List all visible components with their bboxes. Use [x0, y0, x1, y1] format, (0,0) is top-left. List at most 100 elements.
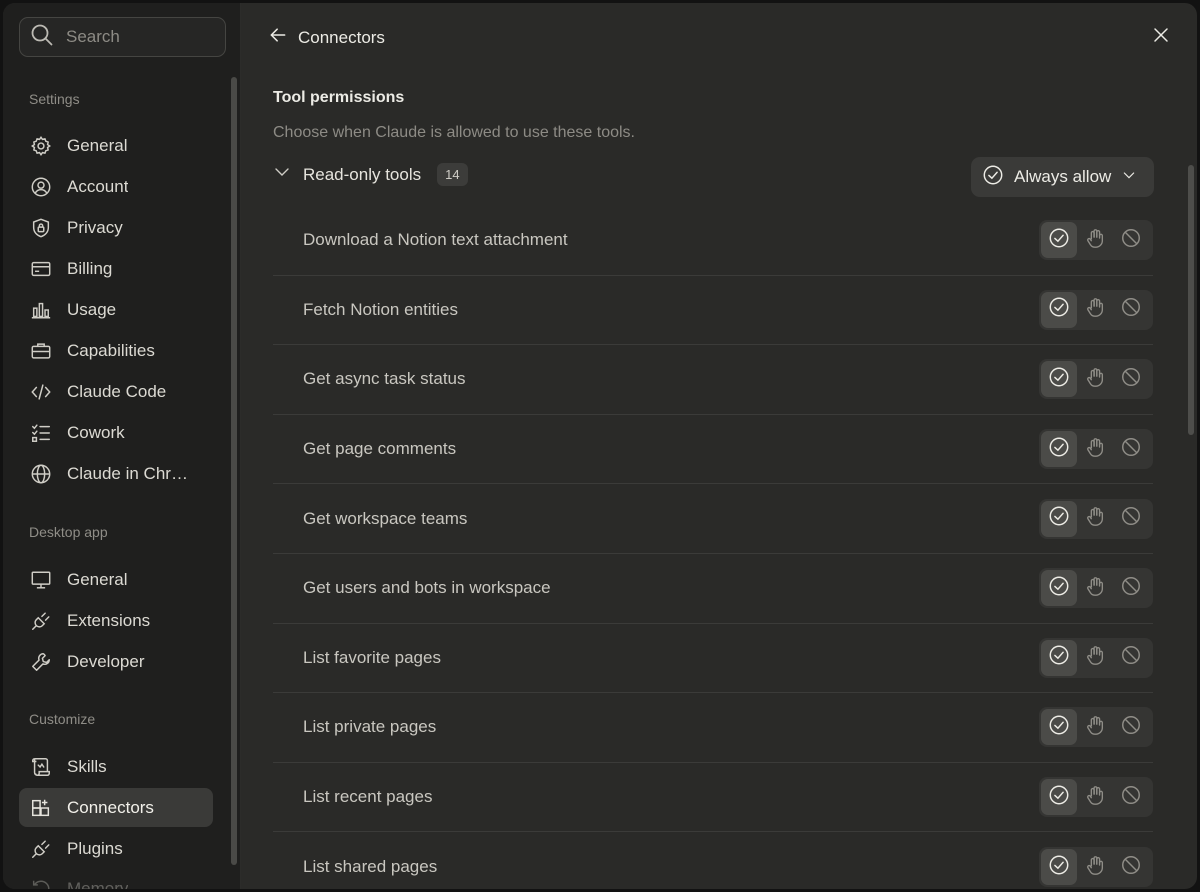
- sidebar-item-label: Connectors: [67, 797, 154, 817]
- sidebar-item-claude-in-chrome[interactable]: Claude in Chr…: [19, 454, 213, 493]
- always-allow-option[interactable]: [1041, 639, 1077, 676]
- permission-selector: [1039, 777, 1153, 818]
- needs-approval-option[interactable]: [1077, 640, 1113, 676]
- needs-approval-option[interactable]: [1077, 222, 1113, 258]
- hand-icon: [1084, 227, 1106, 254]
- permission-selector: [1039, 220, 1153, 261]
- settings-window: Settings General Account: [3, 3, 1197, 889]
- needs-approval-option[interactable]: [1077, 292, 1113, 328]
- permission-selector: [1039, 568, 1153, 609]
- dropdown-label: Always allow: [1014, 167, 1112, 186]
- tool-name: List favorite pages: [303, 647, 441, 667]
- block-option[interactable]: [1113, 640, 1149, 676]
- permission-selector: [1039, 359, 1153, 400]
- wrench-icon: [29, 650, 53, 674]
- section-label-settings: Settings: [29, 91, 80, 107]
- back-button[interactable]: Connectors: [268, 25, 385, 50]
- section-label-desktop-app: Desktop app: [29, 524, 108, 540]
- table-row: Get page comments: [273, 415, 1153, 485]
- table-row: Download a Notion text attachment: [273, 206, 1153, 276]
- checklist-icon: [29, 421, 53, 445]
- always-allow-option[interactable]: [1041, 779, 1077, 816]
- block-icon: [1120, 436, 1142, 463]
- block-option[interactable]: [1113, 361, 1149, 397]
- block-icon: [1120, 296, 1142, 323]
- chevron-down-icon: [273, 163, 291, 186]
- sidebar-item-billing[interactable]: Billing: [19, 249, 213, 288]
- hand-icon: [1084, 644, 1106, 671]
- block-option[interactable]: [1113, 222, 1149, 258]
- needs-approval-option[interactable]: [1077, 779, 1113, 815]
- briefcase-icon: [29, 339, 53, 363]
- always-allow-option[interactable]: [1041, 709, 1077, 746]
- group-permission-dropdown[interactable]: Always allow: [971, 157, 1154, 197]
- needs-approval-option[interactable]: [1077, 431, 1113, 467]
- check-circle-icon: [982, 164, 1004, 191]
- sidebar-item-capabilities[interactable]: Capabilities: [19, 331, 213, 370]
- needs-approval-option[interactable]: [1077, 501, 1113, 537]
- search-box[interactable]: [19, 17, 226, 57]
- always-allow-option[interactable]: [1041, 500, 1077, 537]
- hand-icon: [1084, 296, 1106, 323]
- always-allow-option[interactable]: [1041, 570, 1077, 607]
- sidebar-item-label: General: [67, 135, 128, 155]
- sidebar-item-plugins[interactable]: Plugins: [19, 829, 213, 868]
- sidebar-item-developer[interactable]: Developer: [19, 642, 213, 681]
- sidebar-item-label: Extensions: [67, 610, 151, 630]
- needs-approval-option[interactable]: [1077, 361, 1113, 397]
- sidebar-item-connectors[interactable]: Connectors: [19, 788, 213, 827]
- tool-name: Fetch Notion entities: [303, 299, 458, 319]
- always-allow-option[interactable]: [1041, 291, 1077, 328]
- needs-approval-option[interactable]: [1077, 570, 1113, 606]
- group-toggle-read-only[interactable]: Read-only tools 14: [273, 163, 468, 186]
- always-allow-option[interactable]: [1041, 431, 1077, 468]
- always-allow-option[interactable]: [1041, 222, 1077, 259]
- sidebar-item-cowork[interactable]: Cowork: [19, 413, 213, 452]
- sidebar-item-label: Capabilities: [67, 340, 155, 360]
- sidebar-item-skills[interactable]: Skills: [19, 747, 213, 786]
- chevron-down-icon: [1121, 167, 1137, 188]
- sidebar-item-desktop-general[interactable]: General: [19, 560, 213, 599]
- block-option[interactable]: [1113, 709, 1149, 745]
- hand-icon: [1084, 784, 1106, 811]
- sidebar-item-label: Billing: [67, 258, 113, 278]
- search-icon: [30, 23, 54, 52]
- check-circle-icon: [1048, 784, 1070, 811]
- always-allow-option[interactable]: [1041, 361, 1077, 398]
- plug-icon: [29, 609, 53, 633]
- group-label: Read-only tools: [303, 164, 422, 184]
- sidebar-item-account[interactable]: Account: [19, 167, 213, 206]
- sidebar-item-claude-code[interactable]: Claude Code: [19, 372, 213, 411]
- needs-approval-option[interactable]: [1077, 849, 1113, 885]
- main-scrollbar[interactable]: [1188, 165, 1194, 435]
- block-icon: [1120, 575, 1142, 602]
- tool-name: List shared pages: [303, 857, 438, 877]
- table-row: Get async task status: [273, 345, 1153, 415]
- sidebar-item-label: Memory: [67, 878, 129, 890]
- block-option[interactable]: [1113, 849, 1149, 885]
- block-option[interactable]: [1113, 779, 1149, 815]
- bar-chart-icon: [29, 298, 53, 322]
- tool-name: Get async task status: [303, 369, 466, 389]
- table-row: Get users and bots in workspace: [273, 554, 1153, 624]
- hand-icon: [1084, 575, 1106, 602]
- close-button[interactable]: [1149, 25, 1173, 49]
- sidebar-item-general[interactable]: General: [19, 126, 213, 165]
- sidebar-item-privacy[interactable]: Privacy: [19, 208, 213, 247]
- always-allow-option[interactable]: [1041, 849, 1077, 886]
- permission-selector: [1039, 707, 1153, 748]
- sidebar-scrollbar[interactable]: [231, 77, 237, 865]
- sidebar-item-extensions[interactable]: Extensions: [19, 601, 213, 640]
- shield-lock-icon: [29, 216, 53, 240]
- sidebar-item-usage[interactable]: Usage: [19, 290, 213, 329]
- block-option[interactable]: [1113, 501, 1149, 537]
- block-option[interactable]: [1113, 570, 1149, 606]
- needs-approval-option[interactable]: [1077, 709, 1113, 745]
- globe-icon: [29, 462, 53, 486]
- table-row: List favorite pages: [273, 624, 1153, 694]
- search-input[interactable]: [66, 27, 206, 47]
- block-option[interactable]: [1113, 292, 1149, 328]
- block-icon: [1120, 714, 1142, 741]
- block-option[interactable]: [1113, 431, 1149, 467]
- sidebar-item-memory[interactable]: Memory: [19, 869, 213, 889]
